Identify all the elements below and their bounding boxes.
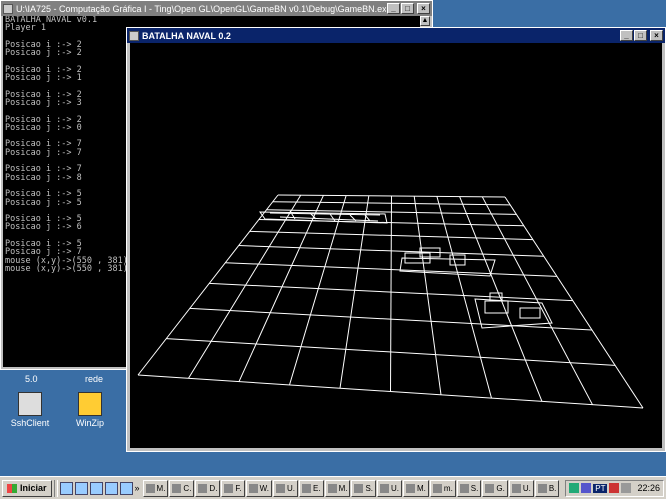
scroll-up-arrow-icon[interactable]: ▲ bbox=[420, 16, 430, 26]
taskbar-app-icon bbox=[380, 483, 390, 493]
desktop-label-partial-1: 5.0 bbox=[25, 374, 38, 384]
taskbar-button[interactable]: m. bbox=[429, 479, 456, 497]
console-titlebar[interactable]: U:\IA725 - Computação Gráfica I - Ting\O… bbox=[1, 1, 432, 16]
minimize-button[interactable]: _ bbox=[387, 3, 400, 14]
antivirus-icon[interactable] bbox=[609, 483, 620, 493]
show-desktop-icon[interactable] bbox=[59, 481, 73, 495]
language-indicator[interactable]: PT bbox=[593, 483, 608, 493]
minimize-button[interactable]: _ bbox=[620, 30, 633, 41]
taskbar-app-icon bbox=[224, 483, 234, 493]
sound-icon[interactable] bbox=[581, 483, 592, 493]
maximize-button[interactable]: □ bbox=[634, 30, 647, 41]
desktop-icon-label: WinZip bbox=[75, 418, 104, 428]
taskbar-app-icon bbox=[485, 483, 495, 493]
taskbar-button-label: U. bbox=[391, 483, 400, 493]
taskbar-app-icon bbox=[302, 483, 311, 493]
sshclient-icon bbox=[18, 392, 42, 416]
grid-line bbox=[436, 196, 492, 399]
taskbar-button[interactable]: U. bbox=[508, 479, 534, 497]
maximize-button[interactable]: □ bbox=[401, 3, 414, 14]
explorer-icon[interactable] bbox=[89, 481, 103, 495]
taskbar-button[interactable]: M. bbox=[142, 479, 169, 497]
taskbar-button-label: C. bbox=[183, 483, 192, 493]
taskbar-app-icon bbox=[406, 483, 416, 493]
ship-1 bbox=[259, 210, 388, 224]
close-button[interactable]: × bbox=[650, 30, 663, 41]
taskbar-buttons: M. C. D. F. W. U. E. M. S. U. M. m. S. G. U. B. bbox=[142, 479, 561, 497]
taskbar-button[interactable]: C. bbox=[169, 479, 195, 497]
taskbar-button[interactable]: M. bbox=[324, 479, 351, 497]
system-tray: PT 22:26 bbox=[565, 479, 664, 497]
taskbar-button-label: S. bbox=[470, 483, 479, 493]
taskbar-button[interactable]: S. bbox=[456, 479, 482, 497]
taskbar-app-icon bbox=[198, 483, 208, 493]
grid-line bbox=[137, 194, 279, 376]
taskbar-button[interactable]: U. bbox=[377, 479, 403, 497]
taskbar-button-label: m. bbox=[443, 483, 453, 493]
gl-title: BATALHA NAVAL 0.2 bbox=[142, 30, 231, 41]
desktop-label-partial-2: rede bbox=[85, 374, 104, 384]
winzip-icon bbox=[78, 392, 102, 416]
game-grid bbox=[137, 194, 644, 409]
taskbar-button-label: D. bbox=[209, 483, 218, 493]
taskbar-button[interactable]: D. bbox=[195, 479, 221, 497]
console-app-icon bbox=[3, 3, 13, 14]
taskbar-app-icon bbox=[432, 483, 442, 493]
taskbar-app-icon bbox=[145, 483, 155, 493]
taskbar-button-label: W. bbox=[259, 483, 269, 493]
taskbar-app-icon bbox=[511, 483, 521, 493]
taskbar-separator bbox=[53, 479, 58, 497]
grid-line bbox=[413, 196, 442, 395]
taskbar-button-label: M. bbox=[338, 483, 348, 493]
network-icon[interactable] bbox=[569, 483, 580, 493]
taskbar-button-label: G. bbox=[496, 483, 505, 493]
game-board-scene[interactable] bbox=[130, 43, 664, 450]
taskbar-app-icon bbox=[276, 483, 285, 493]
taskbar-button[interactable]: U. bbox=[273, 479, 298, 497]
taskbar: Iniciar » M. C. D. F. W. U. E. M. S. U. M. m. S. G. U.… bbox=[0, 476, 666, 499]
taskbar-button[interactable]: E. bbox=[299, 479, 324, 497]
taskbar-button-label: M. bbox=[156, 483, 166, 493]
connection-icon[interactable] bbox=[621, 483, 632, 493]
taskbar-app-icon bbox=[327, 483, 337, 493]
taskbar-button[interactable]: W. bbox=[245, 479, 272, 497]
windows-logo-icon bbox=[7, 483, 17, 493]
start-label: Iniciar bbox=[20, 483, 47, 493]
gl-canvas[interactable] bbox=[130, 43, 662, 448]
taskbar-app-icon bbox=[537, 483, 547, 493]
taskbar-button-label: F. bbox=[235, 483, 242, 493]
taskbar-app-icon bbox=[248, 483, 258, 493]
taskbar-button[interactable]: G. bbox=[482, 479, 508, 497]
calendar-icon[interactable] bbox=[104, 481, 118, 495]
word-icon[interactable] bbox=[74, 481, 88, 495]
gl-window[interactable]: BATALHA NAVAL 0.2 _ □ × bbox=[126, 27, 666, 452]
quicklaunch-overflow-icon[interactable]: » bbox=[135, 483, 140, 493]
taskbar-button[interactable]: M. bbox=[403, 479, 429, 497]
taskbar-button[interactable]: B. bbox=[534, 479, 560, 497]
taskbar-app-icon bbox=[172, 483, 182, 493]
taskbar-app-icon bbox=[354, 483, 364, 493]
gl-titlebar[interactable]: BATALHA NAVAL 0.2 _ □ × bbox=[127, 28, 665, 43]
desktop-icon-winzip[interactable]: WinZip bbox=[55, 392, 125, 428]
clock[interactable]: 22:26 bbox=[637, 483, 660, 493]
taskbar-button-label: E. bbox=[313, 483, 321, 493]
console-title: U:\IA725 - Computação Gráfica I - Ting\O… bbox=[16, 3, 386, 14]
taskbar-button-label: U. bbox=[522, 483, 531, 493]
taskbar-app-icon bbox=[459, 483, 469, 493]
browser-icon[interactable] bbox=[119, 481, 133, 495]
gl-app-icon bbox=[129, 30, 139, 41]
close-button[interactable]: × bbox=[417, 3, 430, 14]
grid-line bbox=[289, 195, 347, 386]
taskbar-button-label: S. bbox=[365, 483, 374, 493]
taskbar-button[interactable]: S. bbox=[351, 479, 377, 497]
grid-line bbox=[339, 195, 370, 389]
taskbar-button-label: U. bbox=[287, 483, 295, 493]
grid-line bbox=[390, 195, 392, 392]
taskbar-button[interactable]: F. bbox=[221, 479, 245, 497]
taskbar-button-label: M. bbox=[417, 483, 426, 493]
taskbar-button-label: B. bbox=[548, 483, 557, 493]
start-button[interactable]: Iniciar bbox=[2, 479, 52, 497]
